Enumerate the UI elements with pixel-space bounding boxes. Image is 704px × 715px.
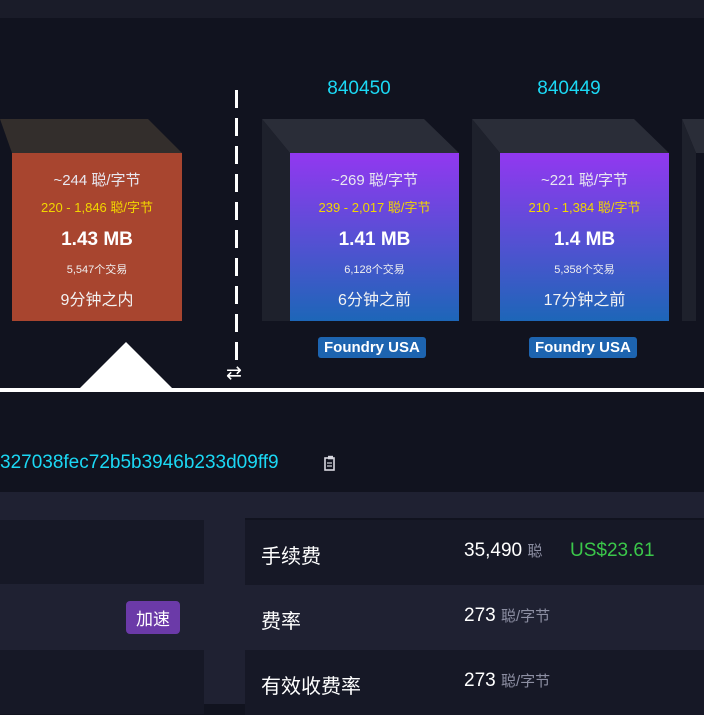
block-size: 1.41 MB [338,229,411,250]
table-row: 有效收费率 273 聪/字节 [245,650,704,715]
block-fee-range: 220 - 1,846 聪/字节 [41,200,153,215]
block-median-fee: ~221 聪/字节 [540,172,629,189]
accelerate-button[interactable]: 加速 [126,601,180,634]
block-face[interactable]: ~244 聪/字节 220 - 1,846 聪/字节 1.43 MB 5,547… [12,153,182,321]
selected-block-pointer [78,342,174,390]
swap-icon[interactable]: ⇄ [226,362,242,385]
block-median-fee: ~269 聪/字节 [330,172,419,189]
block-face[interactable]: ~221 聪/字节 210 - 1,384 聪/字节 1.4 MB 5,358个… [500,153,669,321]
block-height[interactable]: 840449 [484,78,654,100]
fee-usd-value: US$23.61 [570,540,655,561]
row-label: 手续费 [261,546,321,568]
pool-badge[interactable]: Foundry USA [529,337,637,358]
block-tx-count: 5,547个交易 [66,264,128,276]
row-label: 费率 [261,611,301,633]
table-row [0,650,204,714]
block-fee-range: 239 - 2,017 聪/字节 [318,200,431,215]
details-header-band [0,492,704,518]
fee-value: 35,490 聪 [464,540,543,561]
block-fee-range: 210 - 1,384 聪/字节 [528,200,641,215]
fee-rate-value: 273 聪/字节 [464,605,551,626]
block-tx-count: 5,358个交易 [554,264,615,276]
table-gutter [228,518,245,704]
table-row [0,520,204,584]
timeline-baseline [0,388,704,392]
table-row: 手续费 35,490 聪 US$23.61 [245,520,704,585]
block-time: 6分钟之前 [338,292,411,309]
table-row: 费率 273 聪/字节 [245,585,704,650]
block-face[interactable]: ~269 聪/字节 239 - 2,017 聪/字节 1.41 MB 6,128… [290,153,459,321]
top-band [0,0,704,18]
block-median-fee: ~244 聪/字节 [53,172,141,189]
row-label: 有效收费率 [261,676,361,698]
next-block-edge [682,119,704,321]
block-size: 1.43 MB [61,229,133,250]
block-3d-edges [0,119,182,153]
effective-fee-rate-value: 273 聪/字节 [464,670,551,691]
block-tx-count: 6,128个交易 [344,264,405,276]
pool-badge[interactable]: Foundry USA [318,337,426,358]
transaction-id[interactable]: 327038fec72b5b3946b233d09ff9 [0,452,279,474]
block-size: 1.4 MB [553,229,616,250]
copy-icon[interactable] [324,455,338,471]
block-height[interactable]: 840450 [274,78,444,100]
block-time: 17分钟之前 [543,292,626,309]
left-details-table [0,518,228,714]
mempool-divider [235,90,238,360]
block-time: 9分钟之内 [60,292,134,309]
